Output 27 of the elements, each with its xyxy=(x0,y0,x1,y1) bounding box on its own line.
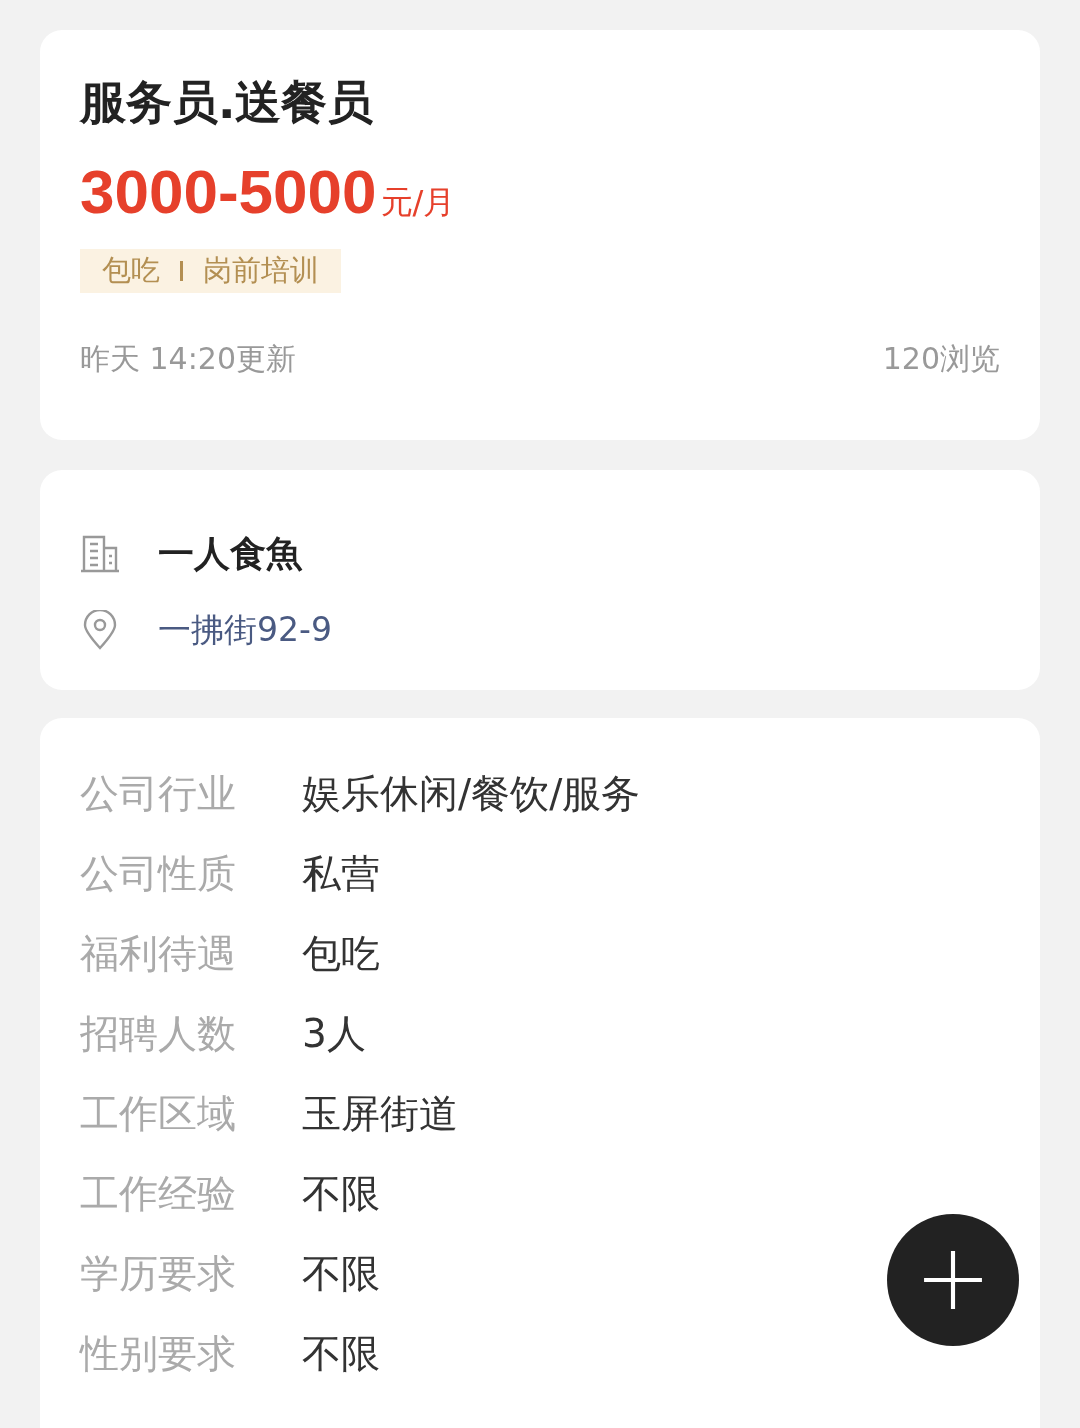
plus-icon xyxy=(922,1249,984,1311)
job-title: 服务员.送餐员 xyxy=(80,74,375,131)
detail-label: 公司行业 xyxy=(80,770,237,818)
company-name: 一人食魚 xyxy=(158,531,302,576)
detail-label: 性别要求 xyxy=(80,1330,237,1378)
detail-label: 公司性质 xyxy=(80,850,237,898)
salary-unit: 元/月 xyxy=(380,182,456,223)
detail-value: 3人 xyxy=(302,1010,366,1058)
detail-value: 不限 xyxy=(302,1170,380,1218)
welfare-tag: 岗前培训 xyxy=(203,251,319,291)
detail-value: 玉屏街道 xyxy=(302,1090,458,1138)
building-icon xyxy=(80,534,120,574)
detail-value: 娱乐休闲/餐饮/服务 xyxy=(302,770,641,818)
company-address[interactable]: 一拂街92-9 xyxy=(158,607,332,653)
detail-value: 私营 xyxy=(302,850,380,898)
detail-label: 工作经验 xyxy=(80,1170,237,1218)
view-count: 120浏览 xyxy=(882,340,1000,378)
salary: 3000-5000 xyxy=(80,156,377,227)
detail-label: 学历要求 xyxy=(80,1250,237,1298)
detail-label: 工作区域 xyxy=(80,1090,237,1138)
detail-value: 包吃 xyxy=(302,930,380,978)
detail-label: 福利待遇 xyxy=(80,930,237,978)
detail-value: 不限 xyxy=(302,1330,380,1378)
detail-value: 不限 xyxy=(302,1250,380,1298)
welfare-tag: 包吃 xyxy=(102,251,160,291)
update-time: 昨天 14:20更新 xyxy=(80,340,296,378)
detail-label: 招聘人数 xyxy=(80,1010,237,1058)
